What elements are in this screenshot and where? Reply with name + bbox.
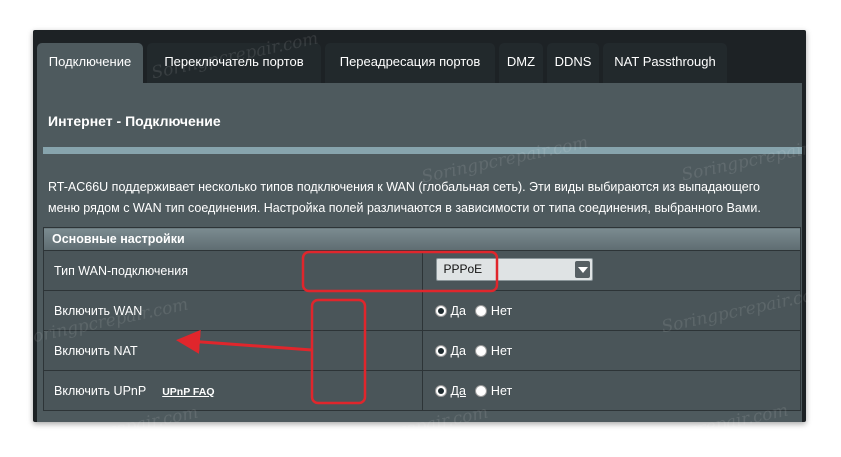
wan-type-cell: PPPoE	[421, 250, 801, 291]
page-description: RT-AC66U поддерживает несколько типов по…	[48, 177, 798, 219]
radio-label: Да	[450, 384, 466, 399]
wan-type-label: Тип WAN-подключения	[43, 250, 423, 291]
tab-port-switch[interactable]: Переключатель портов	[147, 43, 321, 83]
tab-ddns[interactable]: DDNS	[547, 43, 599, 83]
enable-nat-label: Включить NAT	[43, 330, 423, 371]
enable-wan-label: Включить WAN	[43, 290, 423, 331]
description-line: RT-AC66U поддерживает несколько типов по…	[48, 180, 760, 194]
radio-unselected-icon[interactable]	[474, 305, 487, 318]
enable-nat-yes-radio[interactable]: Да	[434, 343, 466, 359]
title-divider	[43, 147, 802, 154]
enable-upnp-label: Включить UPnP	[54, 383, 147, 398]
table-row: Включить WAN Да Нет	[43, 290, 801, 331]
table-row: Включить UPnP UPnP FAQ Да Нет	[43, 370, 801, 411]
router-admin-panel: Подключение Переключатель портов Переадр…	[33, 30, 806, 422]
page-title: Интернет - Подключение	[48, 113, 221, 129]
tab-dmz[interactable]: DMZ	[499, 43, 543, 83]
radio-label: Нет	[490, 344, 513, 359]
radio-selected-icon[interactable]	[434, 385, 447, 398]
enable-upnp-label-cell: Включить UPnP UPnP FAQ	[43, 370, 423, 411]
enable-upnp-cell: Да Нет	[421, 370, 801, 411]
enable-upnp-radio-group: Да Нет	[434, 383, 513, 399]
enable-wan-no-radio[interactable]: Нет	[474, 303, 513, 319]
radio-label: Нет	[490, 384, 513, 399]
radio-unselected-icon[interactable]	[474, 385, 487, 398]
radio-selected-icon[interactable]	[434, 305, 447, 318]
enable-nat-cell: Да Нет	[421, 330, 801, 371]
radio-label: Да	[450, 304, 466, 319]
enable-nat-no-radio[interactable]: Нет	[474, 343, 513, 359]
enable-wan-cell: Да Нет	[421, 290, 801, 331]
radio-selected-icon[interactable]	[434, 345, 447, 358]
radio-unselected-icon[interactable]	[474, 345, 487, 358]
chevron-down-icon[interactable]	[574, 260, 590, 278]
radio-label: Нет	[490, 304, 513, 319]
content-panel: Интернет - Подключение RT-AC66U поддержи…	[37, 83, 802, 422]
enable-upnp-yes-radio[interactable]: Да	[434, 383, 466, 399]
basic-settings-table: Основные настройки Тип WAN-подключения P…	[43, 227, 801, 411]
settings-header: Основные настройки	[43, 227, 801, 251]
table-row: Тип WAN-подключения PPPoE	[43, 250, 801, 291]
tab-nat-passthrough[interactable]: NAT Passthrough	[603, 43, 727, 83]
enable-upnp-no-radio[interactable]: Нет	[474, 383, 513, 399]
tab-port-forwarding[interactable]: Переадресация портов	[325, 43, 495, 83]
wan-type-value: PPPoE	[443, 261, 483, 276]
table-row: Включить NAT Да Нет	[43, 330, 801, 371]
enable-wan-yes-radio[interactable]: Да	[434, 303, 466, 319]
radio-label: Да	[450, 344, 466, 359]
tab-connection[interactable]: Подключение	[37, 43, 143, 83]
enable-nat-radio-group: Да Нет	[434, 343, 513, 359]
enable-wan-radio-group: Да Нет	[434, 303, 513, 319]
upnp-faq-link[interactable]: UPnP FAQ	[162, 386, 214, 398]
wan-type-select[interactable]: PPPoE	[435, 257, 593, 281]
description-line: меню рядом с WAN тип соединения. Настрой…	[48, 201, 761, 215]
